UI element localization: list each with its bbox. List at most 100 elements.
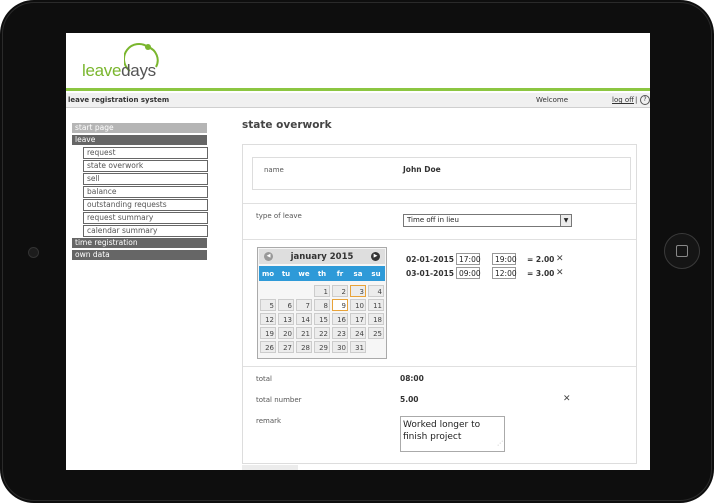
calendar-day[interactable]: 11 xyxy=(368,299,384,311)
tablet-frame: leavedays leave registration system Welc… xyxy=(0,0,714,503)
entry-date: 02-01-2015 xyxy=(406,255,454,264)
leave-type-value: Time off in lieu xyxy=(407,216,459,224)
page-title: state overwork xyxy=(242,119,332,131)
resize-grip-icon[interactable]: ⋰ xyxy=(497,438,503,450)
footer-stub xyxy=(242,465,298,470)
calendar-day[interactable]: 24 xyxy=(350,327,366,339)
calendar-day[interactable]: 12 xyxy=(260,313,276,325)
total-number-label: total number xyxy=(256,396,302,404)
type-label: type of leave xyxy=(256,212,302,220)
nav-item-sell[interactable]: sell xyxy=(83,173,208,185)
divider xyxy=(243,239,636,240)
nav-item-request[interactable]: request xyxy=(83,147,208,159)
calendar-day[interactable]: 28 xyxy=(296,341,312,353)
chevron-left-icon[interactable]: ◀ xyxy=(264,252,273,261)
calendar-day[interactable]: 20 xyxy=(278,327,294,339)
nav-item-state-overwork[interactable]: state overwork xyxy=(83,160,208,172)
nav-leave[interactable]: leave xyxy=(72,135,207,145)
entry-total: = 3.00 xyxy=(527,269,555,278)
calendar-day[interactable]: 2 xyxy=(332,285,348,297)
calendar-day[interactable]: 10 xyxy=(350,299,366,311)
weekday-label: mo xyxy=(261,270,275,278)
calendar-day[interactable]: 5 xyxy=(260,299,276,311)
name-value: John Doe xyxy=(403,165,441,174)
entry-to-input[interactable]: 19:00 xyxy=(492,253,517,265)
calendar: january 2015 ◀ ▶ mo tu we th fr sa su 12345678… xyxy=(257,247,387,359)
calendar-day[interactable]: 22 xyxy=(314,327,330,339)
total-label: total xyxy=(256,375,273,383)
weekday-label: tu xyxy=(281,270,291,278)
calendar-day[interactable]: 3 xyxy=(350,285,366,297)
close-icon[interactable]: ✕ xyxy=(563,395,571,404)
sidebar: start page leave request state overwork … xyxy=(72,123,208,262)
calendar-day[interactable]: 27 xyxy=(278,341,294,353)
total-value: 08:00 xyxy=(400,374,424,383)
dropdown-arrow-icon[interactable]: ▼ xyxy=(560,215,571,226)
remark-textarea[interactable]: Worked longer to finish project ⋰ xyxy=(400,416,505,452)
calendar-day[interactable]: 7 xyxy=(296,299,312,311)
divider xyxy=(243,366,636,367)
calendar-day[interactable]: 31 xyxy=(350,341,366,353)
calendar-day[interactable]: 30 xyxy=(332,341,348,353)
weekday-header: mo tu we th fr sa su xyxy=(259,266,385,281)
calendar-day[interactable]: 8 xyxy=(314,299,330,311)
total-number-value: 5.00 xyxy=(400,395,419,404)
leave-type-select[interactable]: Time off in lieu ▼ xyxy=(403,214,572,227)
remark-text: Worked longer to finish project xyxy=(403,420,481,442)
system-title: leave registration system xyxy=(68,96,170,104)
chevron-right-icon[interactable]: ▶ xyxy=(371,252,380,261)
help-icon[interactable]: ? xyxy=(640,95,650,105)
close-icon[interactable]: ✕ xyxy=(556,255,564,264)
calendar-day[interactable]: 26 xyxy=(260,341,276,353)
weekday-label: we xyxy=(298,270,310,278)
calendar-day[interactable]: 9 xyxy=(332,299,348,311)
logoff-link[interactable]: log off xyxy=(612,96,634,104)
nav-time-registration[interactable]: time registration xyxy=(72,238,207,248)
calendar-day[interactable]: 15 xyxy=(314,313,330,325)
header: leavedays xyxy=(66,33,650,88)
nav-item-outstanding-requests[interactable]: outstanding requests xyxy=(83,199,208,211)
calendar-day[interactable]: 18 xyxy=(368,313,384,325)
remark-label: remark xyxy=(256,417,282,425)
logo-leave: leave xyxy=(82,61,122,80)
name-box: name John Doe xyxy=(252,157,631,190)
separator: | xyxy=(635,96,638,104)
entry-from-input[interactable]: 17:00 xyxy=(456,253,481,265)
calendar-day[interactable]: 29 xyxy=(314,341,330,353)
calendar-day[interactable]: 19 xyxy=(260,327,276,339)
name-label: name xyxy=(264,166,284,174)
logo[interactable]: leavedays xyxy=(82,61,156,81)
top-bar: leave registration system Welcome log of… xyxy=(66,93,650,108)
nav-own-data[interactable]: own data xyxy=(72,250,207,260)
camera xyxy=(28,247,39,258)
home-button[interactable] xyxy=(664,233,700,269)
form-panel: name John Doe type of leave Time off in … xyxy=(242,144,637,464)
calendar-day[interactable]: 25 xyxy=(368,327,384,339)
calendar-day[interactable]: 1 xyxy=(314,285,330,297)
calendar-day[interactable]: 21 xyxy=(296,327,312,339)
calendar-day[interactable]: 6 xyxy=(278,299,294,311)
calendar-day[interactable]: 14 xyxy=(296,313,312,325)
calendar-day[interactable]: 23 xyxy=(332,327,348,339)
entry-date: 03-01-2015 xyxy=(406,269,454,278)
calendar-month: january 2015 xyxy=(290,252,354,262)
entry-to-input[interactable]: 12:00 xyxy=(492,267,517,279)
weekday-label: fr xyxy=(336,270,344,278)
entry-from-input[interactable]: 09:00 xyxy=(456,267,481,279)
calendar-header: january 2015 ◀ ▶ xyxy=(259,249,385,264)
logo-days: days xyxy=(121,61,156,80)
weekday-label: sa xyxy=(353,270,363,278)
divider xyxy=(243,203,636,204)
calendar-day[interactable]: 13 xyxy=(278,313,294,325)
entry-total: = 2.00 xyxy=(527,255,555,264)
calendar-day[interactable]: 4 xyxy=(368,285,384,297)
nav-item-balance[interactable]: balance xyxy=(83,186,208,198)
calendar-day[interactable]: 16 xyxy=(332,313,348,325)
welcome-text: Welcome xyxy=(536,96,569,104)
close-icon[interactable]: ✕ xyxy=(556,269,564,278)
nav-item-request-summary[interactable]: request summary xyxy=(83,212,208,224)
weekday-label: th xyxy=(317,270,327,278)
nav-start-page[interactable]: start page xyxy=(72,123,207,133)
nav-item-calendar-summary[interactable]: calendar summary xyxy=(83,225,208,237)
calendar-day[interactable]: 17 xyxy=(350,313,366,325)
